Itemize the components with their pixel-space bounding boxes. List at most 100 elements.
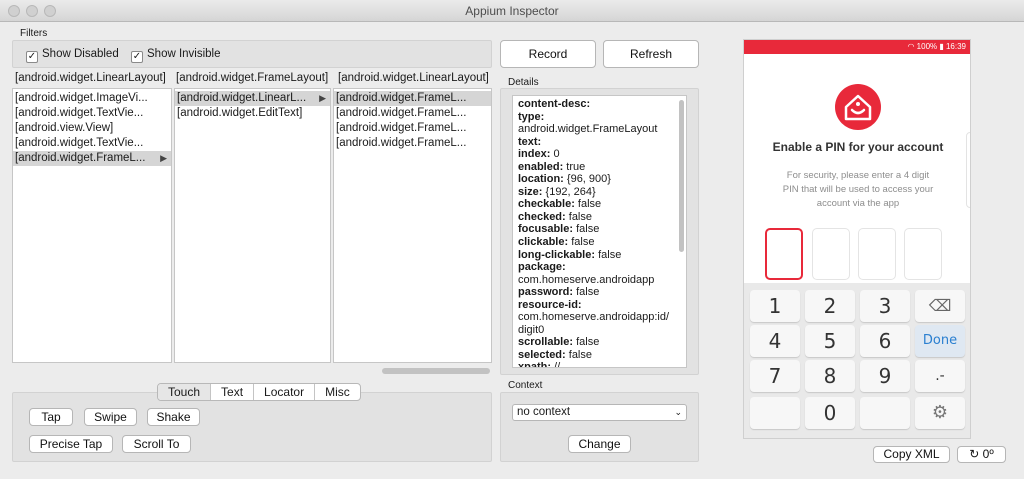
- tab-misc[interactable]: Misc: [314, 384, 360, 400]
- detail-line: text:: [518, 136, 686, 149]
- precise-tap-button[interactable]: Precise Tap: [29, 435, 113, 453]
- rotate-button[interactable]: ↻ 0º: [957, 446, 1006, 463]
- detail-line: long-clickable: false: [518, 249, 686, 262]
- list-item-selected[interactable]: [android.widget.LinearL... ▶: [175, 91, 330, 106]
- detail-value: android.widget.FrameLayout: [518, 123, 658, 136]
- list-item[interactable]: [android.widget.FrameL...: [334, 106, 491, 121]
- detail-key: long-clickable:: [518, 248, 596, 261]
- minimize-window-icon[interactable]: [26, 5, 38, 17]
- detail-key: checked:: [518, 210, 566, 223]
- list-item[interactable]: [android.widget.FrameL...: [334, 121, 491, 136]
- tab-touch[interactable]: Touch: [158, 384, 211, 400]
- detail-line: size: {192, 264}: [518, 186, 686, 199]
- show-invisible-checkbox[interactable]: ✓ Show Invisible: [131, 48, 221, 63]
- pin-digit-2[interactable]: [812, 228, 850, 280]
- list-item-selected[interactable]: [android.widget.FrameL...: [334, 91, 491, 106]
- hierarchy-column-3[interactable]: [android.widget.FrameL... [android.widge…: [333, 88, 492, 363]
- context-title: Context: [508, 380, 543, 391]
- detail-key: text:: [518, 135, 542, 148]
- key-2[interactable]: 2: [805, 290, 855, 322]
- detail-line: digit0: [518, 324, 686, 337]
- close-window-icon[interactable]: [8, 5, 20, 17]
- copy-xml-button[interactable]: Copy XML: [873, 446, 950, 463]
- backspace-key[interactable]: ⌫: [915, 290, 965, 322]
- shake-button[interactable]: Shake: [147, 408, 200, 426]
- detail-line: xpath: //: [518, 361, 686, 367]
- pin-description: For security, please enter a 4 digit PIN…: [744, 169, 970, 211]
- device-screenshot[interactable]: ◠ 100% ▮ 16:39 Enable a PIN for your acc…: [743, 39, 971, 439]
- settings-gear-icon[interactable]: ⚙: [915, 397, 965, 429]
- symbols-key[interactable]: .-: [915, 360, 965, 392]
- list-item[interactable]: [android.widget.EditText]: [175, 106, 330, 121]
- zoom-window-icon[interactable]: [44, 5, 56, 17]
- column-header-2: [android.widget.FrameLayout]: [176, 72, 329, 84]
- key-0[interactable]: 0: [805, 397, 855, 429]
- detail-line: selected: false: [518, 349, 686, 362]
- list-item[interactable]: [android.view.View]: [13, 121, 171, 136]
- key-8[interactable]: 8: [805, 360, 855, 392]
- detail-value: 0: [550, 148, 560, 161]
- list-item-selected[interactable]: [android.widget.FrameL... ▶: [13, 151, 171, 166]
- done-key[interactable]: Done: [915, 325, 965, 357]
- chevron-down-icon: ⌄: [674, 407, 682, 417]
- key-1[interactable]: 1: [750, 290, 800, 322]
- pin-description-line: For security, please enter a 4 digit: [786, 170, 930, 181]
- show-disabled-checkbox[interactable]: ✓ Show Disabled: [26, 48, 119, 63]
- pin-digit-1[interactable]: [765, 228, 803, 280]
- scroll-to-button[interactable]: Scroll To: [122, 435, 191, 453]
- detail-line: package:: [518, 261, 686, 274]
- status-text: 100% ▮ 16:39: [916, 42, 966, 51]
- detail-value: false: [573, 336, 600, 349]
- details-text-area[interactable]: content-desc: type: android.widget.FrameLa…: [512, 95, 687, 368]
- tab-text[interactable]: Text: [210, 384, 253, 400]
- pin-description-line: account via the app: [816, 198, 900, 209]
- pin-digit-3[interactable]: [858, 228, 896, 280]
- detail-line: focusable: false: [518, 223, 686, 236]
- list-item[interactable]: [android.widget.TextVie...: [13, 136, 171, 151]
- detail-line: type:: [518, 111, 686, 124]
- key-4[interactable]: 4: [750, 325, 800, 357]
- hierarchy-column-1[interactable]: [android.widget.ImageVi... [android.widg…: [12, 88, 172, 363]
- rotate-label: 0º: [982, 447, 994, 461]
- detail-line: enabled: true: [518, 161, 686, 174]
- swipe-button[interactable]: Swipe: [84, 408, 137, 426]
- refresh-button[interactable]: Refresh: [603, 40, 699, 68]
- key-5[interactable]: 5: [805, 325, 855, 357]
- list-item-label: [android.widget.FrameL...: [15, 152, 146, 164]
- key-3[interactable]: 3: [860, 290, 910, 322]
- detail-key: password:: [518, 286, 574, 299]
- hierarchy-column-2[interactable]: [android.widget.LinearL... ▶ [android.wid…: [174, 88, 331, 363]
- detail-key: location:: [518, 173, 564, 186]
- key-6[interactable]: 6: [860, 325, 910, 357]
- pin-digit-4[interactable]: [904, 228, 942, 280]
- record-button[interactable]: Record: [500, 40, 596, 68]
- key-9[interactable]: 9: [860, 360, 910, 392]
- tap-button[interactable]: Tap: [29, 408, 73, 426]
- list-item[interactable]: [android.widget.FrameL...: [334, 136, 491, 151]
- vertical-scrollbar[interactable]: [679, 100, 684, 252]
- context-select[interactable]: no context ⌄: [512, 404, 687, 421]
- list-item[interactable]: [android.widget.TextVie...: [13, 106, 171, 121]
- change-button[interactable]: Change: [568, 435, 631, 453]
- status-bar: ◠ 100% ▮ 16:39: [744, 40, 970, 54]
- detail-key: type:: [518, 110, 545, 123]
- key-7[interactable]: 7: [750, 360, 800, 392]
- blank-key-left[interactable]: [750, 397, 800, 429]
- detail-key: resource-id:: [518, 298, 582, 311]
- blank-key-right[interactable]: [860, 397, 910, 429]
- detail-line: com.homeserve.androidapp:id/: [518, 311, 686, 324]
- detail-value: false: [595, 248, 622, 261]
- detail-value: {192, 264}: [542, 185, 596, 198]
- detail-line: checked: false: [518, 211, 686, 224]
- detail-line: clickable: false: [518, 236, 686, 249]
- detail-value: false: [568, 236, 595, 249]
- detail-line: content-desc:: [518, 98, 686, 111]
- context-select-value: no context: [517, 406, 571, 418]
- list-item[interactable]: [android.widget.ImageVi...: [13, 91, 171, 106]
- horizontal-scrollbar[interactable]: [382, 368, 490, 374]
- list-item-label: [android.widget.LinearL...: [177, 92, 307, 104]
- detail-line: android.widget.FrameLayout: [518, 123, 686, 136]
- detail-line: index: 0: [518, 148, 686, 161]
- tab-locator[interactable]: Locator: [253, 384, 314, 400]
- detail-key: index:: [518, 148, 551, 161]
